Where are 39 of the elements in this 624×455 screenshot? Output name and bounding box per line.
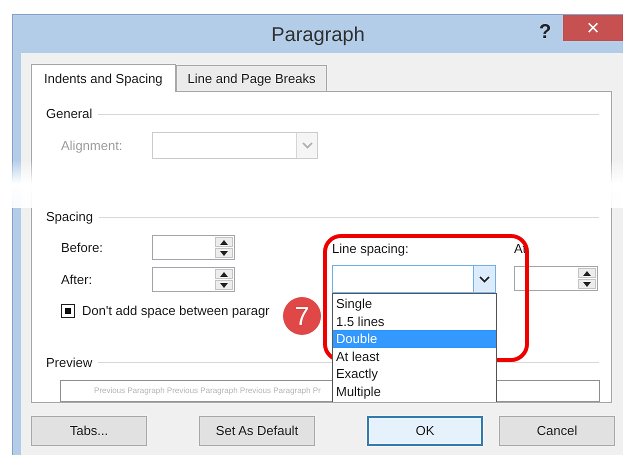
alignment-label: Alignment: (61, 136, 124, 155)
help-button[interactable]: ? (539, 17, 552, 47)
dialog-button[interactable]: Tabs... (31, 416, 147, 446)
triangle-down-icon (220, 250, 228, 256)
tab[interactable]: Line and Page Breaks (176, 65, 328, 91)
dialog-button[interactable]: Set As Default (199, 416, 315, 446)
triangle-down-icon (583, 282, 591, 286)
dropdown-option[interactable]: 1.5 lines (333, 312, 496, 330)
dropdown-option[interactable]: Single (333, 295, 496, 313)
section-heading: Preview (46, 354, 92, 372)
dialog-button[interactable]: OK (367, 416, 483, 446)
dropdown-option[interactable]: At least (333, 348, 496, 366)
chevron-down-icon (302, 142, 312, 149)
section-heading: General (46, 105, 92, 124)
line-spacing-label: Line spacing: (332, 240, 410, 255)
triangle-up-icon (583, 270, 591, 276)
at-field[interactable] (514, 266, 598, 291)
spin-buttons[interactable] (215, 269, 233, 290)
tab[interactable]: Indents and Spacing (31, 64, 176, 92)
close-button[interactable]: × (563, 15, 623, 41)
dialog-button[interactable]: Cancel (499, 416, 615, 446)
chevron-down-icon (479, 276, 490, 282)
checkbox[interactable] (61, 304, 75, 318)
before-label: Before: (61, 238, 104, 257)
step-badge: 7 (283, 297, 321, 335)
preview-text: Previous Paragraph Previous Paragraph Previous Paragraph Pr (94, 386, 321, 396)
before-field[interactable] (152, 235, 235, 260)
triangle-down-icon (220, 282, 228, 288)
triangle-up-icon (220, 272, 228, 276)
section-heading: Spacing (46, 208, 93, 226)
spin-buttons[interactable] (215, 237, 233, 258)
window-title: Paragraph (271, 23, 365, 48)
dropdown-option[interactable]: Multiple (333, 382, 496, 401)
triangle-up-icon (220, 240, 228, 244)
after-label: After: (61, 270, 94, 289)
checkbox-label: Don't add space between paragr (82, 302, 270, 320)
spin-buttons[interactable] (578, 268, 596, 289)
dropdown-option[interactable]: Exactly (333, 365, 496, 383)
after-field[interactable] (152, 267, 235, 292)
